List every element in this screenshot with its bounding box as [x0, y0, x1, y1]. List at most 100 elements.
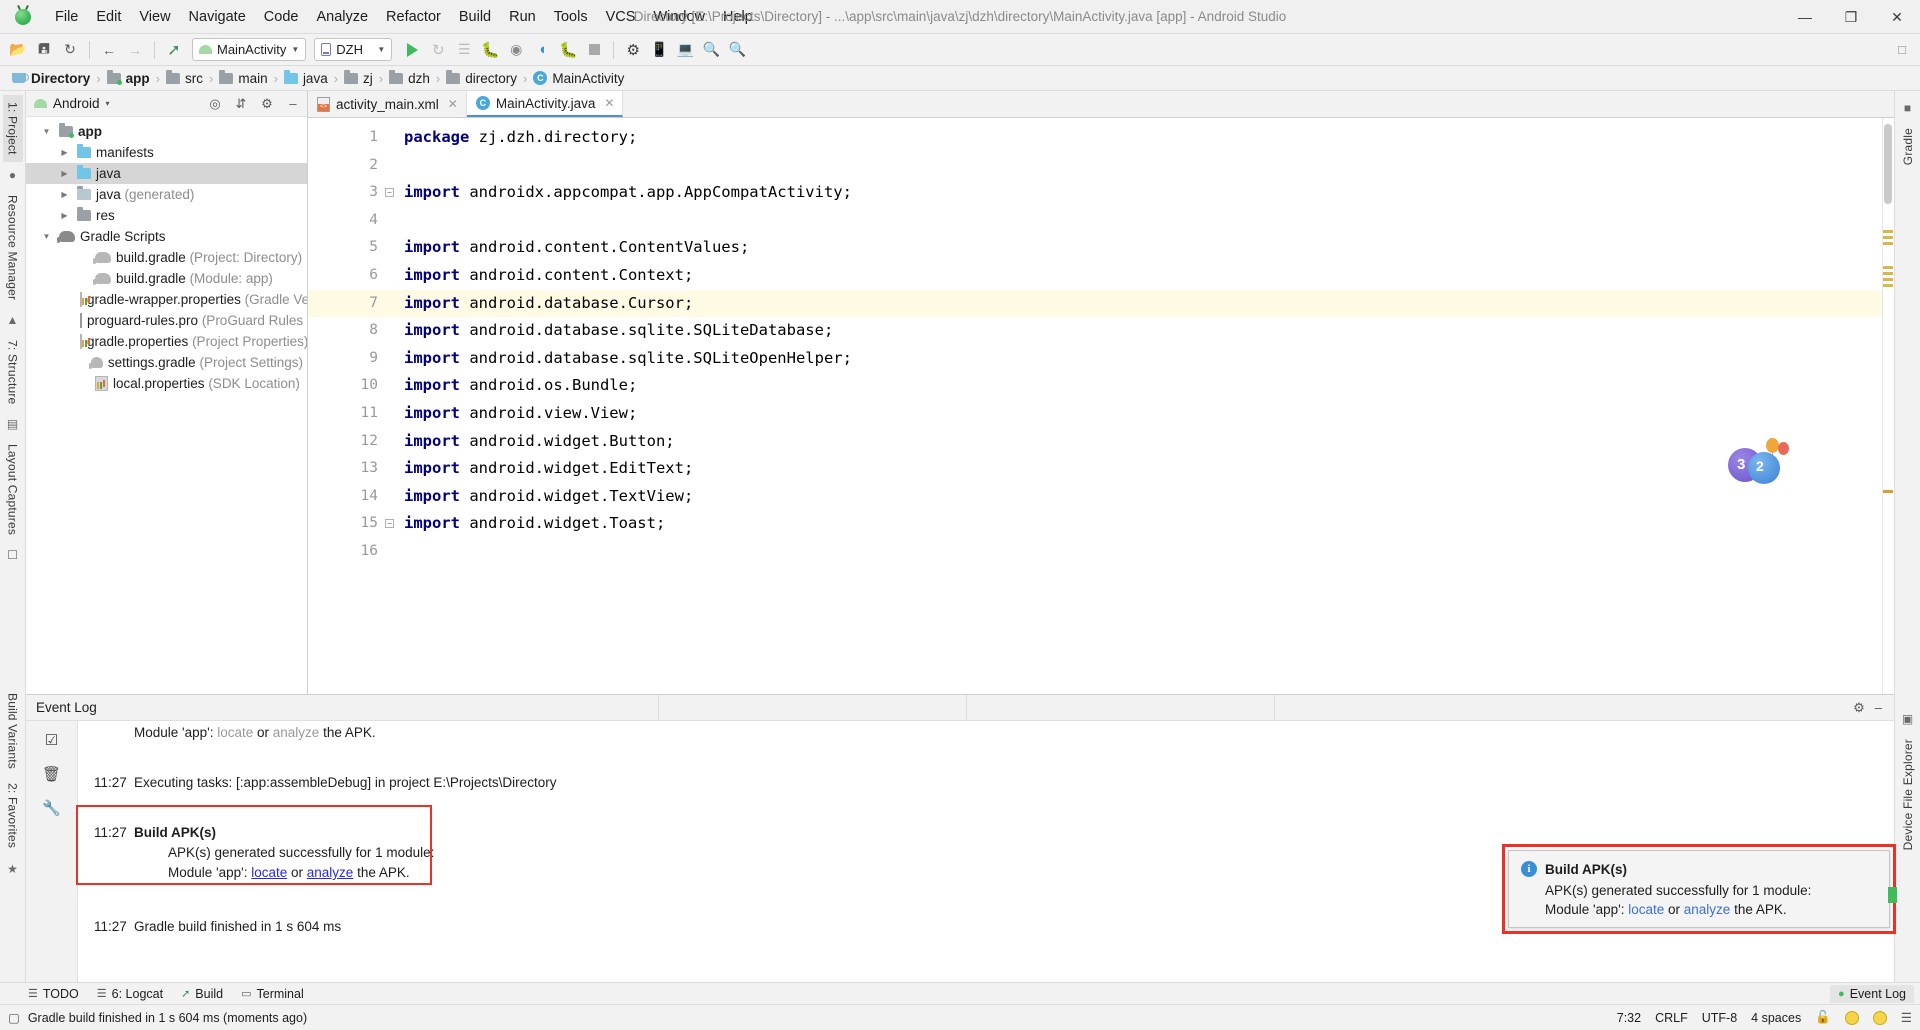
- fold-toggle-icon[interactable]: −: [385, 519, 394, 529]
- tree-twisty-icon[interactable]: ▼: [39, 127, 54, 136]
- tab-terminal[interactable]: ▭ Terminal: [241, 987, 304, 1001]
- code-line[interactable]: [400, 538, 1882, 566]
- debug-icon[interactable]: 🐛: [478, 38, 502, 62]
- code-line[interactable]: package zj.dzh.directory;: [400, 124, 1882, 152]
- sidebar-item-device-file-explorer[interactable]: Device File Explorer: [1898, 732, 1918, 857]
- code-line[interactable]: [400, 207, 1882, 235]
- breadcrumb-item-directory-pkg[interactable]: directory: [442, 69, 521, 86]
- chevron-down-icon-project[interactable]: ▾: [106, 99, 110, 108]
- notification-analyze-link[interactable]: analyze: [1684, 902, 1731, 917]
- code-line[interactable]: import android.database.sqlite.SQLiteOpe…: [400, 345, 1882, 373]
- search-everywhere-icon[interactable]: 🔍: [725, 38, 749, 62]
- notification-smiley-icon[interactable]: [1872, 1010, 1887, 1025]
- breadcrumb-item-app[interactable]: app: [103, 69, 154, 86]
- read-write-lock-icon[interactable]: 🔓: [1815, 1010, 1831, 1025]
- breadcrumb-item-zj[interactable]: zj: [340, 69, 377, 86]
- profiler-icon[interactable]: ◖: [530, 38, 554, 62]
- code-line[interactable]: import android.widget.TextView;: [400, 483, 1882, 511]
- tree-item[interactable]: ▼ Gradle Scripts: [26, 226, 307, 247]
- code-line[interactable]: import android.content.ContentValues;: [400, 234, 1882, 262]
- tree-twisty-icon[interactable]: ▶: [57, 148, 72, 157]
- code-line[interactable]: import android.widget.Toast;: [400, 510, 1882, 538]
- code-line[interactable]: import android.widget.EditText;: [400, 455, 1882, 483]
- gear-icon-eventlog[interactable]: ⚙: [1853, 700, 1865, 716]
- apply-code-changes-icon[interactable]: ☰: [452, 38, 476, 62]
- tab-build[interactable]: ➚ Build: [181, 987, 223, 1001]
- tree-item[interactable]: ▶ java (generated): [26, 184, 307, 205]
- sidebar-item-project[interactable]: 1: Project: [2, 95, 23, 162]
- analyze-link-clipped[interactable]: analyze: [273, 725, 320, 740]
- tree-twisty-icon[interactable]: ▶: [57, 190, 72, 199]
- project-view-selector-label[interactable]: Android: [53, 96, 100, 111]
- tab-todo[interactable]: ☰ TODO: [28, 987, 79, 1001]
- tab-mainactivity-java[interactable]: C MainActivity.java ✕: [466, 91, 624, 117]
- code-line[interactable]: import androidx.appcompat.app.AppCompatA…: [400, 179, 1882, 207]
- menu-build[interactable]: Build: [450, 5, 500, 29]
- tree-item[interactable]: ▶ manifests: [26, 142, 307, 163]
- menu-analyze[interactable]: Analyze: [307, 5, 377, 29]
- menu-view[interactable]: View: [130, 5, 179, 29]
- tree-twisty-icon[interactable]: ▼: [39, 232, 54, 241]
- code-line[interactable]: import android.view.View;: [400, 400, 1882, 428]
- breadcrumb-item-mainactivity[interactable]: C MainActivity: [529, 71, 628, 86]
- notification-locate-link[interactable]: locate: [1628, 902, 1664, 917]
- menu-refactor[interactable]: Refactor: [377, 5, 450, 29]
- tree-item[interactable]: ▶ res: [26, 205, 307, 226]
- sidebar-item-gradle[interactable]: Gradle: [1898, 121, 1918, 172]
- sdk-manager-icon[interactable]: ⚙: [621, 38, 645, 62]
- code-line[interactable]: import android.database.Cursor;: [400, 289, 1882, 318]
- maximize-tool-icon[interactable]: □: [1890, 38, 1914, 62]
- tree-twisty-icon[interactable]: ▶: [57, 211, 72, 220]
- code-line[interactable]: import android.widget.Button;: [400, 428, 1882, 456]
- close-icon-tab-java[interactable]: ✕: [604, 96, 614, 110]
- hide-icon[interactable]: –: [283, 94, 303, 114]
- sidebar-item-resource-manager[interactable]: Resource Manager: [3, 188, 23, 307]
- code-line[interactable]: import android.os.Bundle;: [400, 372, 1882, 400]
- editor-scrollbar-thumb[interactable]: [1884, 124, 1892, 204]
- tree-item[interactable]: gradle-wrapper.properties (Gradle Ve: [26, 289, 307, 310]
- tree-item[interactable]: ▼ app: [26, 121, 307, 142]
- tree-item[interactable]: ▶ java: [26, 163, 307, 184]
- mark-read-icon[interactable]: ☑: [45, 731, 58, 749]
- maximize-button[interactable]: ❐: [1828, 0, 1874, 34]
- attach-debugger-icon[interactable]: 🐛: [556, 38, 580, 62]
- tree-item[interactable]: settings.gradle (Project Settings): [26, 352, 307, 373]
- forward-icon[interactable]: →: [123, 38, 147, 62]
- avd-manager-icon[interactable]: 📱: [647, 38, 671, 62]
- select-opened-file-icon[interactable]: ◎: [205, 94, 225, 114]
- run-with-coverage-icon[interactable]: ◉: [504, 38, 528, 62]
- settings-gear-icon[interactable]: ⚙: [257, 94, 277, 114]
- close-button[interactable]: ✕: [1874, 0, 1920, 34]
- apply-changes-icon[interactable]: ↻: [426, 38, 450, 62]
- menu-code[interactable]: Code: [255, 5, 308, 29]
- breadcrumb-item-main[interactable]: main: [215, 69, 271, 86]
- line-separator-indicator[interactable]: CRLF: [1655, 1011, 1688, 1025]
- indent-indicator[interactable]: 4 spaces: [1751, 1011, 1801, 1025]
- breadcrumb-item-directory[interactable]: Directory: [8, 71, 94, 86]
- build-hammer-icon[interactable]: ➚: [162, 38, 186, 62]
- tree-item[interactable]: build.gradle (Module: app): [26, 268, 307, 289]
- sidebar-item-structure[interactable]: 7: Structure: [3, 333, 23, 411]
- sidebar-item-build-variants[interactable]: Build Variants: [3, 686, 23, 776]
- delete-icon[interactable]: 🗑: [42, 765, 61, 783]
- stop-icon[interactable]: [582, 38, 606, 62]
- device-selector[interactable]: DZH ▼: [314, 38, 393, 61]
- tree-item[interactable]: local.properties (SDK Location): [26, 373, 307, 394]
- menu-tools[interactable]: Tools: [545, 5, 597, 29]
- encoding-indicator[interactable]: UTF-8: [1702, 1011, 1737, 1025]
- menu-navigate[interactable]: Navigate: [180, 5, 255, 29]
- memory-icon[interactable]: ☰: [1901, 1010, 1912, 1025]
- open-folder-icon[interactable]: 📂: [6, 38, 30, 62]
- inspection-smiley-icon[interactable]: [1844, 1010, 1859, 1025]
- settings-wrench-icon[interactable]: 🔧: [42, 799, 61, 817]
- caret-position[interactable]: 7:32: [1617, 1011, 1641, 1025]
- menu-file[interactable]: File: [46, 5, 87, 29]
- tree-item[interactable]: gradle.properties (Project Properties): [26, 331, 307, 352]
- save-all-icon[interactable]: 🖪: [32, 38, 56, 62]
- code-line[interactable]: [400, 152, 1882, 180]
- layout-inspector-icon[interactable]: 🔍: [699, 38, 723, 62]
- sidebar-item-favorites[interactable]: 2: Favorites: [3, 776, 23, 855]
- tree-twisty-icon[interactable]: ▶: [57, 169, 72, 178]
- back-icon[interactable]: ←: [97, 38, 121, 62]
- tab-event-log[interactable]: ● Event Log: [1830, 984, 1914, 1003]
